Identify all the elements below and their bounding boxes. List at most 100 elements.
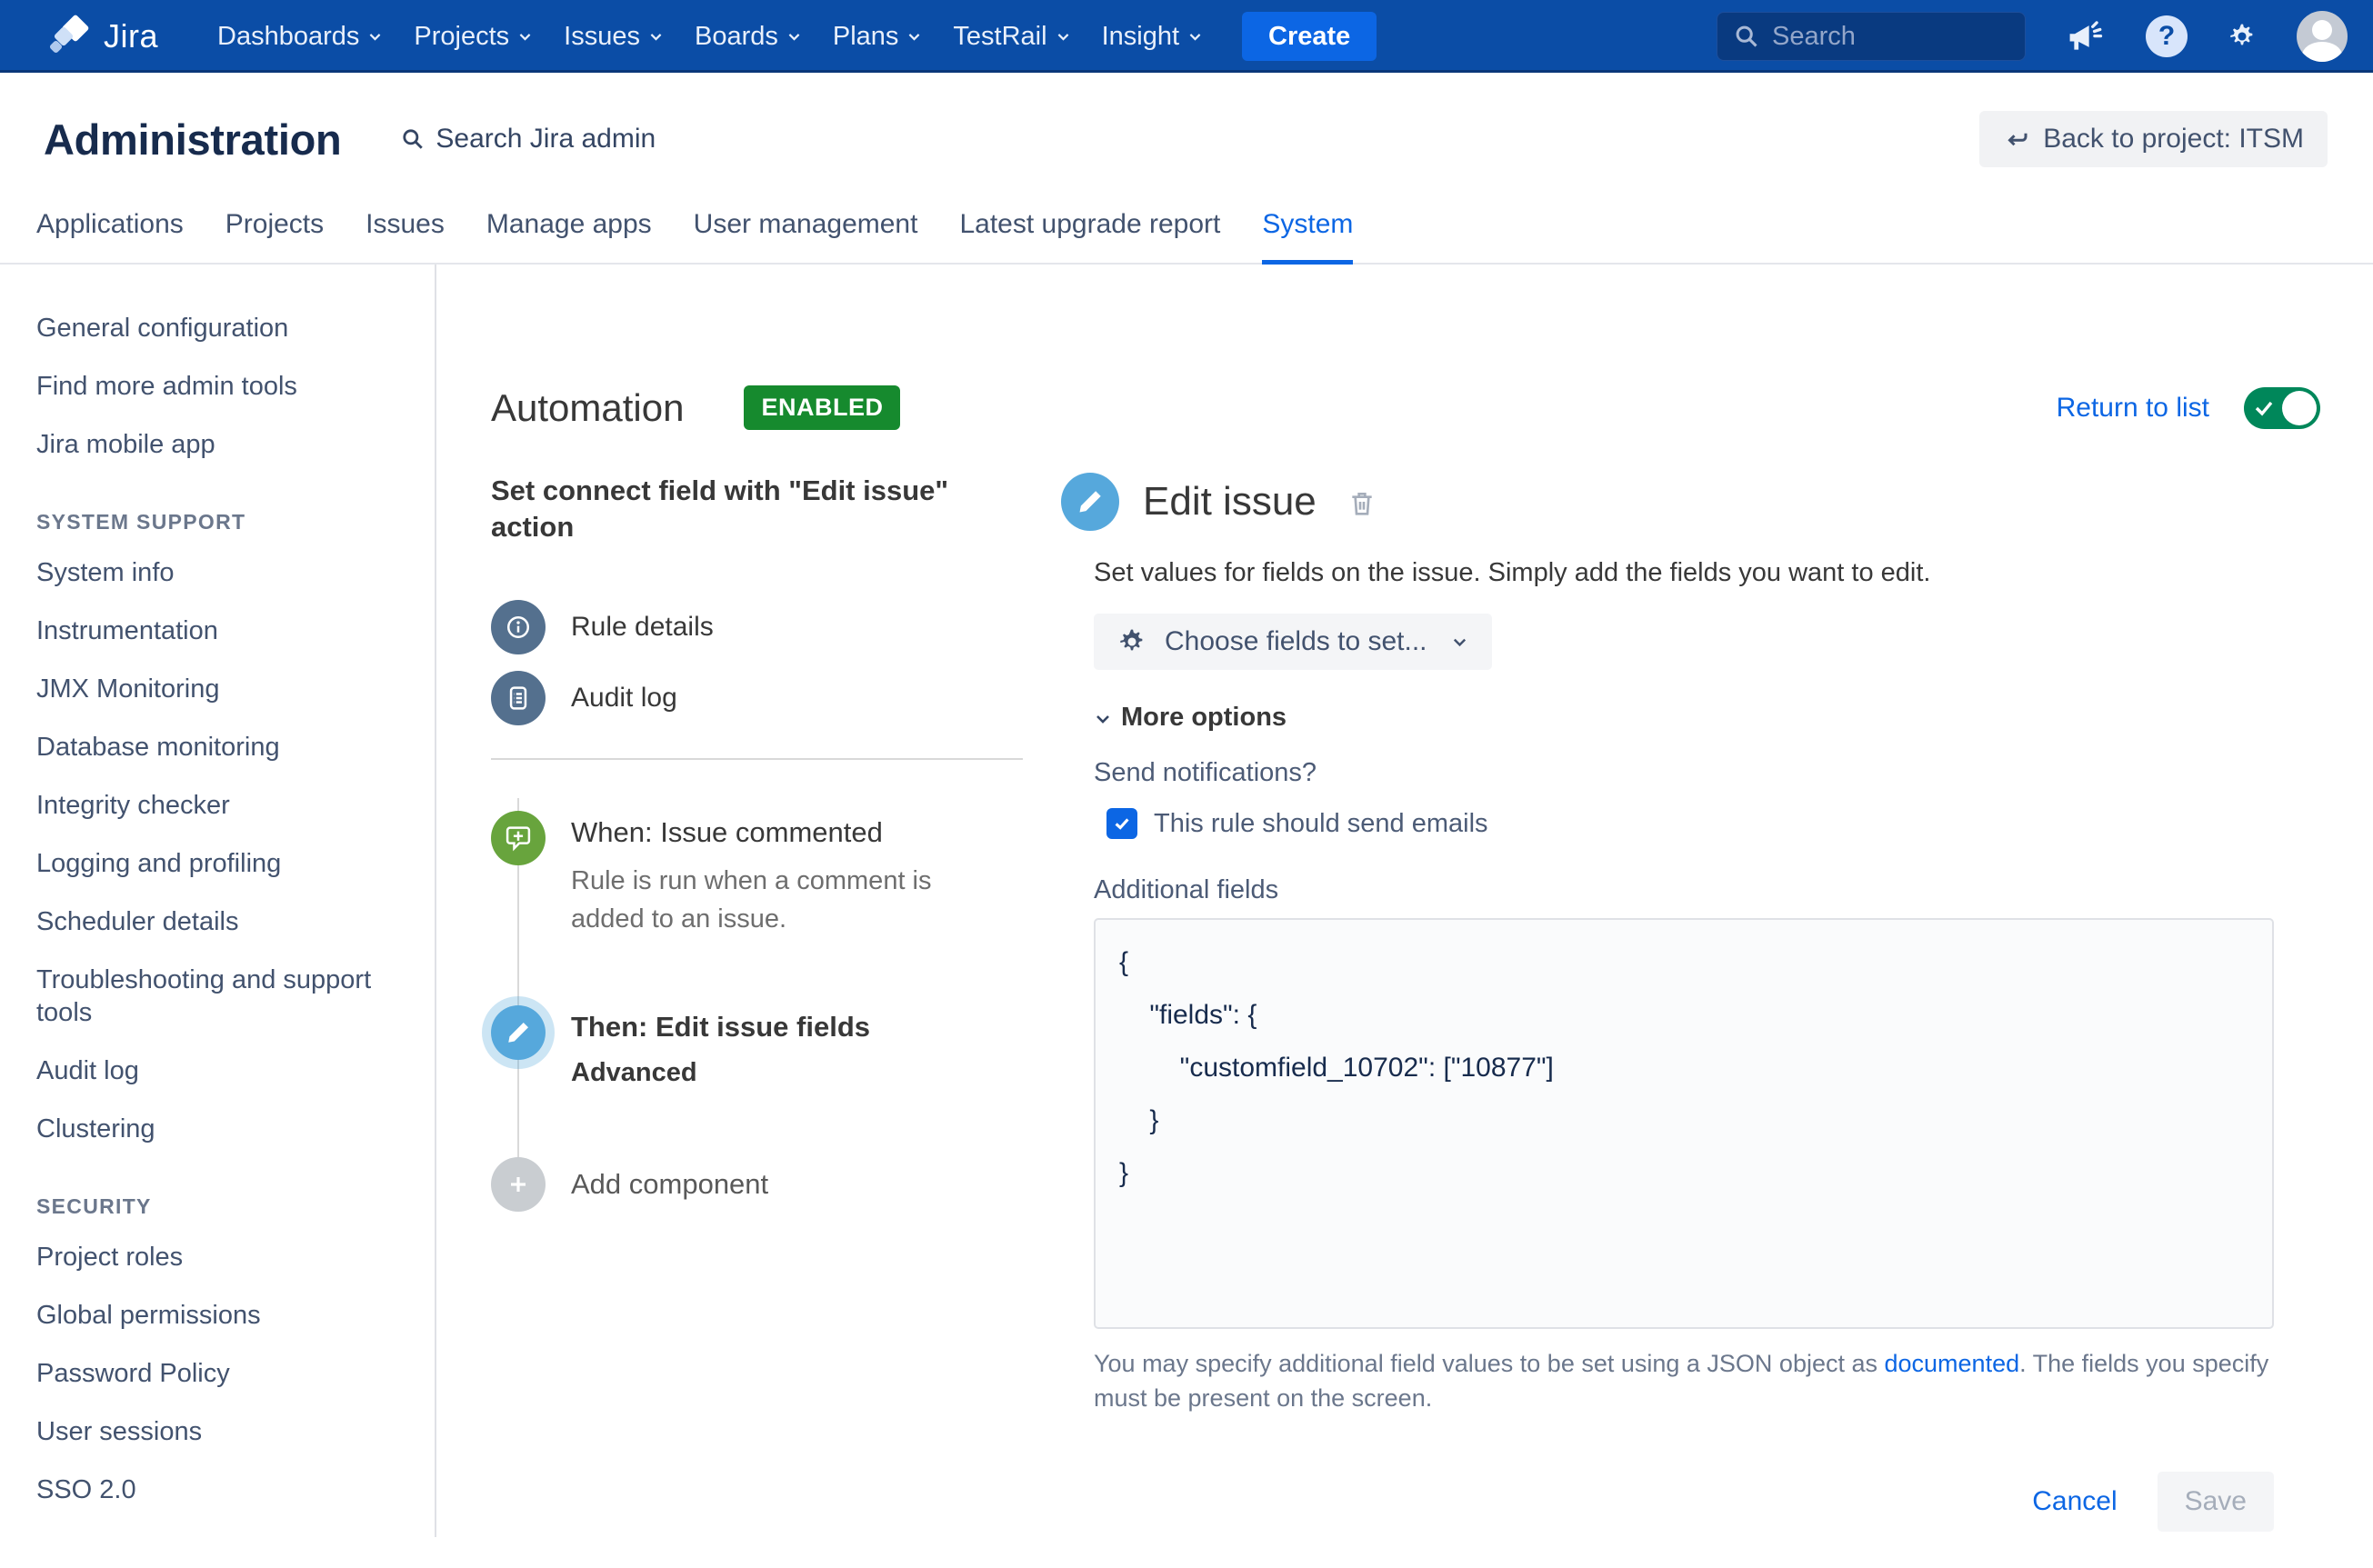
add-component-item[interactable]: Add component [491,1157,1023,1212]
sidebar-heading-system-support: SYSTEM SUPPORT [36,510,416,534]
chevron-down-icon [517,29,533,45]
checkbox-checked-icon[interactable] [1106,808,1137,839]
sidebar-item-project-roles[interactable]: Project roles [36,1228,411,1286]
sidebar-item-troubleshooting[interactable]: Troubleshooting and support tools [36,951,411,1042]
action-title: Then: Edit issue fields [571,1011,870,1044]
sidebar-group-system-support: System info Instrumentation JMX Monitori… [36,544,416,1158]
content-area: General configuration Find more admin to… [0,265,2373,1537]
sidebar-item-jira-mobile-app[interactable]: Jira mobile app [36,415,411,474]
rule-enabled-toggle[interactable] [2244,387,2320,429]
add-component-label: Add component [571,1157,768,1212]
chevron-down-icon [1094,710,1112,728]
status-badge: ENABLED [744,385,900,430]
sidebar-item-personal-access-tokens[interactable]: Administering personal access tokens [36,1519,411,1537]
more-options-toggle[interactable]: More options [1094,703,2274,733]
automation-title: Automation [491,386,684,430]
sidebar-item-general-configuration[interactable]: General configuration [36,299,411,357]
announcements-button[interactable] [2066,16,2106,56]
nav-menu-insight[interactable]: Insight [1086,0,1218,73]
edit-issue-body: Set values for fields on the issue. Simp… [1094,558,2274,1568]
sidebar-item-user-sessions[interactable]: User sessions [36,1403,411,1461]
chevron-down-icon [1056,29,1071,45]
tab-applications[interactable]: Applications [36,209,184,265]
toggle-knob [2282,391,2317,425]
nav-menu-dashboards[interactable]: Dashboards [202,0,398,73]
edit-issue-header: Edit issue [1061,473,2284,531]
audit-log-item[interactable]: Audit log [491,671,1023,725]
save-button[interactable]: Save [2158,1472,2274,1532]
sidebar-item-audit-log[interactable]: Audit log [36,1042,411,1100]
documented-link[interactable]: documented [1885,1350,2020,1377]
chevron-down-icon [1451,634,1468,651]
nav-menu-label: Projects [414,22,509,52]
trigger-component[interactable]: When: Issue commented Rule is run when a… [491,811,1023,938]
help-button[interactable]: ? [2146,15,2188,57]
rule-details-item[interactable]: Rule details [491,600,1023,654]
tab-user-management[interactable]: User management [694,209,918,265]
delete-action-button[interactable] [1347,489,1377,521]
trigger-title: When: Issue commented [571,816,998,849]
choose-fields-label: Choose fields to set... [1165,626,1427,657]
additional-fields-help: You may specify additional field values … [1094,1346,2274,1415]
nav-menu-label: Boards [695,22,778,52]
sidebar-item-instrumentation[interactable]: Instrumentation [36,602,411,660]
send-emails-checkbox-row[interactable]: This rule should send emails [1106,808,2274,839]
action-component[interactable]: Then: Edit issue fields Advanced [491,1005,1023,1088]
navbar-right: ? [1717,11,2348,62]
tab-system[interactable]: System [1262,209,1353,265]
send-notifications-label: Send notifications? [1094,758,2274,788]
sidebar-item-global-permissions[interactable]: Global permissions [36,1286,411,1344]
sidebar-item-system-info[interactable]: System info [36,544,411,602]
sidebar-item-password-policy[interactable]: Password Policy [36,1344,411,1403]
tab-manage-apps[interactable]: Manage apps [486,209,652,265]
admin-settings-button[interactable] [2228,22,2257,51]
gear-icon [1117,627,1146,656]
jira-logo[interactable]: Jira [47,15,158,58]
nav-menu-issues[interactable]: Issues [548,0,679,73]
nav-menu-boards[interactable]: Boards [679,0,817,73]
jira-admin-screen: Jira Dashboards Projects Issues Boards P… [0,0,2373,1549]
choose-fields-button[interactable]: Choose fields to set... [1094,614,1492,670]
sidebar-item-scheduler-details[interactable]: Scheduler details [36,893,411,951]
sidebar-item-logging-and-profiling[interactable]: Logging and profiling [36,834,411,893]
back-to-project-button[interactable]: Back to project: ITSM [1979,111,2328,167]
plus-icon [491,1157,546,1212]
info-icon [491,600,546,654]
sidebar-item-integrity-checker[interactable]: Integrity checker [36,776,411,834]
tab-latest-upgrade-report[interactable]: Latest upgrade report [959,209,1220,265]
sidebar-item-jmx-monitoring[interactable]: JMX Monitoring [36,660,411,718]
create-button[interactable]: Create [1242,12,1377,61]
automation-columns: Set connect field with "Edit issue" acti… [491,473,2320,1568]
search-input[interactable] [1772,22,2008,52]
rule-timeline: When: Issue commented Rule is run when a… [491,811,1023,1212]
nav-menu-projects[interactable]: Projects [398,0,548,73]
audit-log-label: Audit log [571,683,677,714]
avatar-head [2312,20,2332,40]
return-arrow-icon [2003,125,2030,153]
tab-projects[interactable]: Projects [225,209,324,265]
trash-icon [1347,489,1377,518]
page-title: Administration [44,115,341,165]
sidebar-item-sso-20[interactable]: SSO 2.0 [36,1461,411,1519]
nav-menu-label: Insight [1102,22,1179,52]
rule-details-label: Rule details [571,612,714,643]
nav-menu-testrail[interactable]: TestRail [937,0,1086,73]
help-text-before: You may specify additional field values … [1094,1350,1885,1377]
additional-fields-label: Additional fields [1094,875,2274,905]
sidebar-item-clustering[interactable]: Clustering [36,1100,411,1158]
user-avatar[interactable] [2297,11,2348,62]
action-subtitle: Advanced [571,1058,870,1088]
nav-menu-plans[interactable]: Plans [817,0,938,73]
pencil-icon [1061,473,1119,531]
search-icon [1734,24,1759,49]
chevron-down-icon [648,29,664,45]
sidebar-item-database-monitoring[interactable]: Database monitoring [36,718,411,776]
cancel-button[interactable]: Cancel [2032,1486,2117,1517]
tab-issues[interactable]: Issues [365,209,445,265]
additional-fields-textarea[interactable]: { "fields": { "customfield_10702": ["108… [1094,918,2274,1329]
question-mark-icon: ? [2158,21,2175,52]
global-search[interactable] [1717,12,2026,61]
search-jira-admin[interactable]: Search Jira admin [401,124,656,155]
sidebar-item-find-more-admin-tools[interactable]: Find more admin tools [36,357,411,415]
return-to-list-link[interactable]: Return to list [2057,393,2209,424]
